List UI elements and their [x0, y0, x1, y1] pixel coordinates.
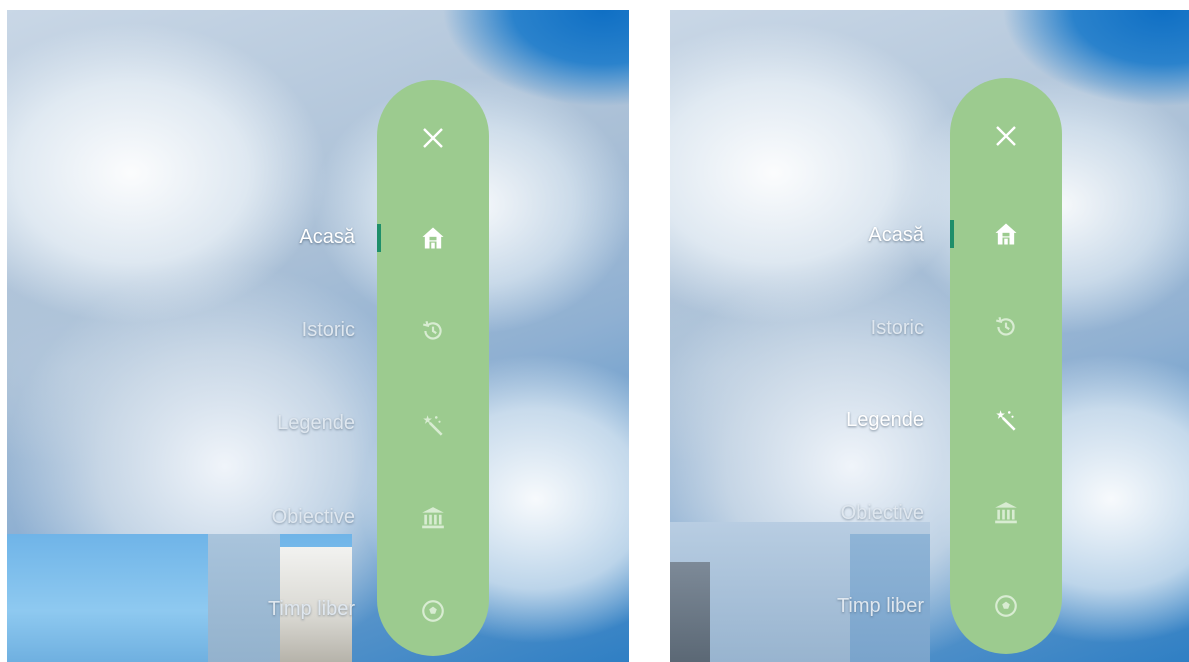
menu-item-timp-liber[interactable] [950, 586, 1062, 626]
menu-item-obiective[interactable] [377, 498, 489, 538]
menu-label-istoric[interactable]: Istoric [871, 317, 924, 340]
menu-label-acasa[interactable]: Acasă [299, 226, 355, 249]
menu-item-timp-liber[interactable] [377, 591, 489, 631]
close-menu-button[interactable] [377, 118, 489, 158]
close-menu-button[interactable] [950, 116, 1062, 156]
magic-wand-icon [423, 415, 443, 436]
menu-label-timp-liber[interactable]: Timp liber [837, 595, 924, 618]
menu-label-acasa[interactable]: Acasă [868, 224, 924, 247]
menu-label-istoric[interactable]: Istoric [302, 319, 355, 342]
menu-label-obiective[interactable]: Obiective [841, 502, 924, 525]
menu-item-obiective[interactable] [950, 493, 1062, 533]
history-icon [995, 316, 1015, 336]
close-icon [996, 126, 1016, 146]
side-menu [950, 78, 1062, 654]
menu-labels: Acasă Istoric Legende Obiective Timp lib… [7, 10, 355, 662]
screenshot-panel-right: Acasă Istoric Legende Obiective Timp lib… [670, 10, 1189, 662]
menu-label-legende[interactable]: Legende [277, 412, 355, 435]
menu-item-istoric[interactable] [377, 311, 489, 351]
soccer-ball-icon [995, 595, 1017, 617]
menu-label-obiective[interactable]: Obiective [272, 506, 355, 529]
side-menu [377, 80, 489, 656]
menu-label-legende[interactable]: Legende [846, 409, 924, 432]
close-icon [423, 128, 443, 148]
home-icon [995, 223, 1017, 245]
screenshot-panel-left: Acasă Istoric Legende Obiective Timp lib… [7, 10, 629, 662]
menu-item-istoric[interactable] [950, 307, 1062, 347]
menu-item-legende[interactable] [377, 405, 489, 445]
history-icon [422, 320, 442, 340]
menu-item-acasa[interactable] [377, 218, 489, 258]
menu-item-acasa[interactable] [950, 214, 1062, 254]
home-icon [422, 227, 444, 249]
museum-icon [995, 502, 1017, 524]
museum-icon [422, 507, 444, 529]
menu-label-timp-liber[interactable]: Timp liber [268, 598, 355, 621]
soccer-ball-icon [422, 600, 444, 622]
menu-item-legende[interactable] [950, 400, 1062, 440]
magic-wand-icon [996, 410, 1016, 431]
menu-labels: Acasă Istoric Legende Obiective Timp lib… [670, 10, 924, 662]
